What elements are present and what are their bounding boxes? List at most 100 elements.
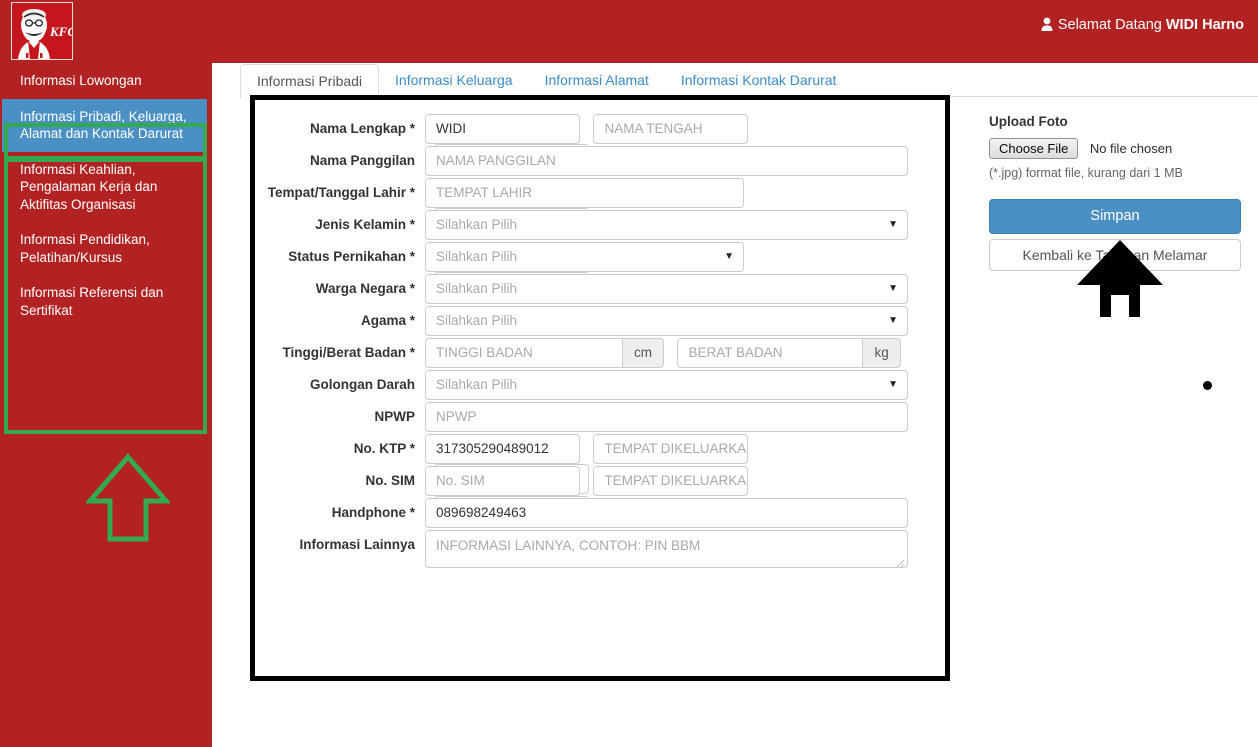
sidebar-item-label: Informasi Pribadi, Keluarga, Alamat dan … [20,108,187,142]
input-group-tinggi-badan: TINGGI BADAN cm [425,338,664,368]
username-label: WIDI Harno [1165,17,1244,33]
sidebar-item-label: Informasi Lowongan [20,73,142,88]
no-file-chosen-label: No file chosen [1089,141,1173,156]
fields-informasi-lainnya: INFORMASI LAINNYA, CONTOH: PIN BBM [425,530,910,568]
input-nama-panggilan[interactable]: NAMA PANGGILAN [425,146,908,176]
input-handphone[interactable]: 089698249463 [425,498,908,528]
welcome-text: Selamat Datang [1057,17,1162,33]
textarea-placeholder: INFORMASI LAINNYA, CONTOH: PIN BBM [436,538,701,553]
select-value: Silahkan Pilih [436,313,518,328]
label-nama-lengkap: Nama Lengkap * [309,121,415,136]
chevron-down-icon: ▼ [724,251,734,262]
cursor-dot [1203,381,1212,390]
tab-informasi-pribadi[interactable]: Informasi Pribadi [240,64,380,99]
chevron-down-icon: ▼ [888,379,898,390]
form-row-no-ktp: No. KTP * 317305290489012 TEMPAT DIKELUA… [255,434,945,494]
textarea-informasi-lainnya[interactable]: INFORMASI LAINNYA, CONTOH: PIN BBM [425,530,908,568]
fields-npwp: NPWP [425,402,910,432]
sidebar-item-informasi-pendidikan[interactable]: Informasi Pendidikan, Pelatihan/Kursus [2,222,207,275]
sidebar-navigation: Informasi Lowongan Informasi Pribadi, Ke… [0,63,212,747]
input-tempat-lahir[interactable]: TEMPAT LAHIR [425,178,744,208]
chevron-down-icon: ▼ [888,219,898,230]
input-nama-tengah[interactable]: NAMA TENGAH [593,114,749,144]
top-header-bar: KFC Selamat Datang WIDI Harno [0,0,1258,63]
choose-file-button[interactable]: Choose File [989,138,1079,159]
sidebar-item-label: Informasi Pendidikan, Pelatihan/Kursus [20,232,150,265]
select-value: Silahkan Pilih [436,249,518,264]
label-informasi-lainnya: Informasi Lainnya [299,537,415,552]
kfc-logo[interactable]: KFC [11,2,73,60]
sidebar-item-label: Informasi Keahlian, Pengalaman Kerja dan… [20,161,158,212]
label-npwp: NPWP [374,409,416,424]
label-tinggi-berat-badan: Tinggi/Berat Badan * [282,345,415,360]
label-golongan-darah: Golongan Darah [309,377,415,392]
select-value: Silahkan Pilih [436,377,518,392]
select-agama[interactable]: Silahkan Pilih ▼ [425,306,908,336]
select-jenis-kelamin[interactable]: Silahkan Pilih ▼ [425,210,908,240]
select-warga-negara[interactable]: Silahkan Pilih ▼ [425,274,908,304]
input-group-berat-badan: BERAT BADAN kg [677,338,901,368]
input-ktp-tempat-dikeluarkan[interactable]: TEMPAT DIKELUARKAN [593,434,749,464]
form-row-handphone: Handphone * 089698249463 [255,498,945,530]
form-row-nama-lengkap: Nama Lengkap * WIDI NAMA TENGAH HARNO [255,114,945,174]
svg-text:KFC: KFC [49,24,72,39]
label-handphone: Handphone * [331,505,415,520]
form-row-jenis-kelamin: Jenis Kelamin * Silahkan Pilih ▼ [255,210,945,242]
application-window: KFC Selamat Datang WIDI Harno Informasi … [0,0,1258,747]
input-sim-tempat-dikeluarkan[interactable]: TEMPAT DIKELUARKAN [593,466,749,496]
resize-handle-icon[interactable] [895,556,905,567]
label-nama-panggilan: Nama Panggilan [309,153,415,168]
input-no-sim[interactable]: No. SIM [425,466,580,496]
fields-handphone: 089698249463 [425,498,910,528]
upload-and-actions-panel: Upload Foto Choose File No file chosen (… [989,114,1249,317]
form-row-nama-panggilan: Nama Panggilan NAMA PANGGILAN [255,146,945,178]
input-nama-depan[interactable]: WIDI [425,114,580,144]
upload-foto-title: Upload Foto [989,114,1068,129]
input-berat-badan[interactable]: BERAT BADAN [677,338,863,368]
form-row-informasi-lainnya: Informasi Lainnya INFORMASI LAINNYA, CON… [255,530,945,576]
form-row-agama: Agama * Silahkan Pilih ▼ [255,306,945,338]
label-agama: Agama * [360,313,415,328]
form-row-golongan-darah: Golongan Darah Silahkan Pilih ▼ [255,370,945,402]
select-status-pernikahan[interactable]: Silahkan Pilih ▼ [425,242,744,272]
input-no-ktp[interactable]: 317305290489012 [425,434,580,464]
form-row-tinggi-berat-badan: Tinggi/Berat Badan * TINGGI BADAN cm BERA… [255,338,945,370]
form-row-warga-negara: Warga Negara * Silahkan Pilih ▼ [255,274,945,306]
simpan-button[interactable]: Simpan [989,199,1241,234]
file-input-row: Choose File No file chosen [989,138,1249,160]
tab-informasi-kontak-darurat[interactable]: Informasi Kontak Darurat [665,64,853,97]
fields-tinggi-berat-badan: TINGGI BADAN cm BERAT BADAN kg [425,338,910,368]
tab-informasi-alamat[interactable]: Informasi Alamat [529,64,665,97]
fields-nama-panggilan: NAMA PANGGILAN [425,146,910,176]
form-row-status-pernikahan: Status Pernikahan * Silahkan Pilih ▼ Tan… [255,242,945,302]
label-status-pernikahan: Status Pernikahan * [288,249,415,264]
addon-unit-cm: cm [622,338,664,368]
label-warga-negara: Warga Negara * [315,281,415,296]
tab-label: Informasi Pribadi [257,73,363,89]
sidebar-item-informasi-pribadi[interactable]: Informasi Pribadi, Keluarga, Alamat dan … [2,98,207,152]
fields-golongan-darah: Silahkan Pilih ▼ [425,370,910,400]
form-tabs: Informasi Pribadi Informasi Keluarga Inf… [240,64,1258,99]
select-value: Silahkan Pilih [436,281,518,296]
fields-jenis-kelamin: Silahkan Pilih ▼ [425,210,910,240]
chevron-down-icon: ▼ [888,283,898,294]
label-jenis-kelamin: Jenis Kelamin * [315,217,415,232]
sidebar-item-informasi-referensi[interactable]: Informasi Referensi dan Sertifikat [2,275,207,328]
kfc-logo-icon: KFC [12,3,72,59]
tab-informasi-keluarga[interactable]: Informasi Keluarga [379,64,529,97]
fields-warga-negara: Silahkan Pilih ▼ [425,274,910,304]
select-value: Silahkan Pilih [436,217,518,232]
sidebar-item-label: Informasi Referensi dan Sertifikat [20,285,164,318]
input-npwp[interactable]: NPWP [425,402,908,432]
input-tinggi-badan[interactable]: TINGGI BADAN [425,338,622,368]
person-icon [1041,17,1053,35]
sidebar-item-informasi-lowongan[interactable]: Informasi Lowongan [2,63,207,99]
label-no-ktp: No. KTP * [353,441,415,456]
welcome-message: Selamat Datang WIDI Harno [1041,17,1244,35]
tab-label: Informasi Keluarga [395,72,513,88]
personal-info-form-panel: Nama Lengkap * WIDI NAMA TENGAH HARNO Na… [250,95,950,681]
upload-hint-text: (*.jpg) format file, kurang dari 1 MB [989,166,1183,180]
select-golongan-darah[interactable]: Silahkan Pilih ▼ [425,370,908,400]
kembali-ke-tahapan-melamar-button[interactable]: Kembali ke Tahapan Melamar [989,239,1241,271]
sidebar-item-informasi-keahlian[interactable]: Informasi Keahlian, Pengalaman Kerja dan… [2,152,207,223]
